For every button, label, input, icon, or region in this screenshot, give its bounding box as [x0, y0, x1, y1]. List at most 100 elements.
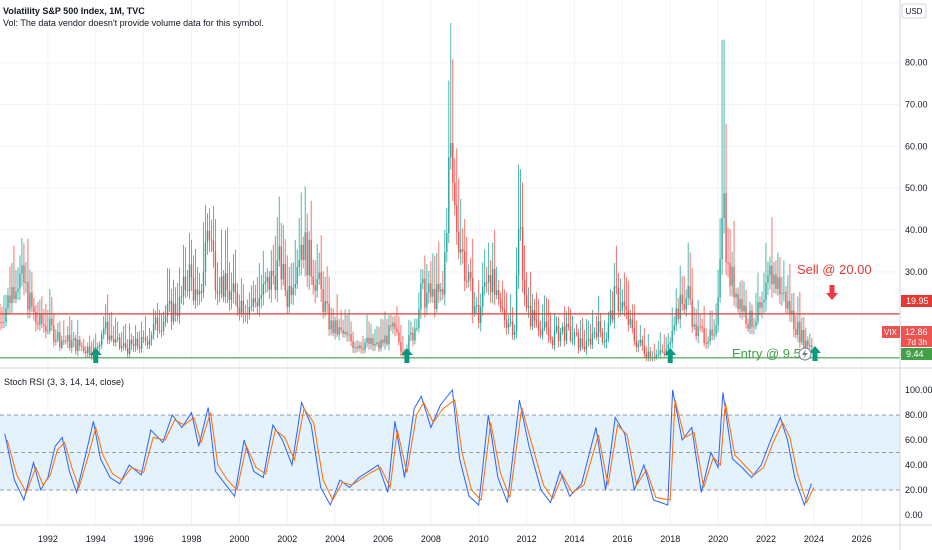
price-axis[interactable]: 30.00 40.00 50.00 60.00 70.00 80.00 [905, 58, 928, 277]
candle-body [192, 277, 195, 301]
candle-body [523, 279, 526, 295]
time-tick-label: 2012 [517, 534, 537, 544]
candle-body [400, 341, 402, 352]
candle-body [579, 338, 582, 349]
candle-body [729, 262, 731, 286]
candle-body [460, 249, 462, 253]
candle-body [609, 310, 612, 323]
candle-body [242, 300, 245, 315]
candle-body [320, 272, 322, 289]
candle-body [627, 309, 630, 325]
candle-body [629, 319, 632, 325]
candle-body [21, 265, 23, 274]
currency-button[interactable]: USD [901, 3, 927, 19]
candle-body [312, 276, 314, 286]
candle-body [388, 325, 390, 345]
candle-body [757, 302, 759, 322]
candle-body [370, 338, 372, 344]
candle-body [23, 265, 25, 283]
candle-body [669, 342, 671, 345]
lightning-icon[interactable] [798, 347, 812, 361]
currency-label: USD [906, 7, 923, 16]
candle-body [264, 281, 266, 284]
candle-body [258, 298, 261, 307]
candle-body [274, 275, 276, 291]
candle-body [346, 331, 348, 335]
candle-body [777, 277, 779, 289]
stoch-tick-label: 20.00 [905, 485, 928, 495]
time-tick-label: 2010 [469, 534, 489, 544]
candle-body [162, 321, 165, 331]
candle-body [254, 298, 257, 303]
stoch-axis[interactable]: 0.00 20.00 40.00 60.00 80.00 100.00 [905, 385, 932, 520]
candle-body [426, 292, 428, 308]
candle-body [795, 329, 797, 335]
price-tick-label: 80.00 [905, 58, 928, 68]
candle-body [553, 330, 556, 345]
candle-body [789, 301, 791, 315]
candle-body [661, 350, 663, 352]
candle-body [218, 293, 221, 295]
candle-body [509, 321, 512, 324]
candle-body [637, 343, 639, 348]
candle-body [533, 310, 536, 321]
candle-body [484, 282, 486, 287]
candle-body [204, 242, 207, 272]
candle-body [432, 288, 434, 297]
candle-body [685, 297, 687, 310]
entry-line-value: 9.44 [906, 349, 924, 359]
time-tick-label: 2026 [852, 534, 872, 544]
time-tick-label: 2004 [325, 534, 345, 544]
candle-body [304, 232, 306, 260]
candle-body [689, 286, 691, 300]
candle-body [318, 272, 320, 280]
time-tick-label: 1992 [38, 534, 58, 544]
candle-body [765, 282, 767, 301]
symbol-price-tag: VIX 12.86 7d 3h [882, 326, 932, 347]
candle-body [284, 263, 286, 291]
candle-body [414, 328, 416, 341]
time-axis[interactable]: 1992 1994 1996 1998 2000 2002 2004 2006 2008 2010… [38, 534, 872, 544]
candle-body [156, 317, 159, 331]
candle-body [539, 330, 542, 336]
candle-body [111, 335, 113, 340]
last-price: 12.86 [905, 327, 928, 337]
candle-body [33, 306, 35, 312]
entry-line-price-tag: 9.44 [901, 348, 932, 360]
indicator-title: Stoch RSI (3, 3, 14, 14, close) [4, 377, 124, 387]
candle-body [649, 351, 651, 358]
stoch-tick-label: 60.00 [905, 435, 928, 445]
candle-body [53, 325, 55, 342]
candle-body [525, 294, 528, 308]
candle-body [456, 205, 458, 232]
candle-body [687, 286, 689, 298]
candle-body [160, 330, 163, 332]
candle-body [416, 327, 418, 329]
candle-body [276, 260, 278, 291]
candle-body [136, 338, 139, 347]
candle-body [499, 299, 502, 308]
candle-body [390, 325, 392, 327]
candle-body [41, 313, 43, 325]
candle-body [715, 325, 717, 335]
candle-body [19, 273, 21, 289]
candle-body [302, 244, 304, 260]
candle-body [392, 322, 394, 327]
candle-body [334, 320, 336, 334]
candle-body [771, 265, 773, 285]
candle-body [306, 232, 308, 276]
candle-body [294, 284, 296, 288]
candle-body [767, 275, 769, 283]
candle-body [605, 339, 608, 342]
candle-body [228, 290, 231, 301]
candle-body [272, 270, 274, 276]
candle-body [134, 338, 137, 346]
candle-body [709, 329, 711, 342]
candle-body [801, 330, 803, 343]
candle-body [122, 343, 125, 347]
candle-body [154, 317, 157, 325]
candle-body [322, 288, 324, 312]
candle-body [296, 266, 298, 285]
candle-body [358, 345, 360, 349]
candle-body [701, 326, 703, 329]
